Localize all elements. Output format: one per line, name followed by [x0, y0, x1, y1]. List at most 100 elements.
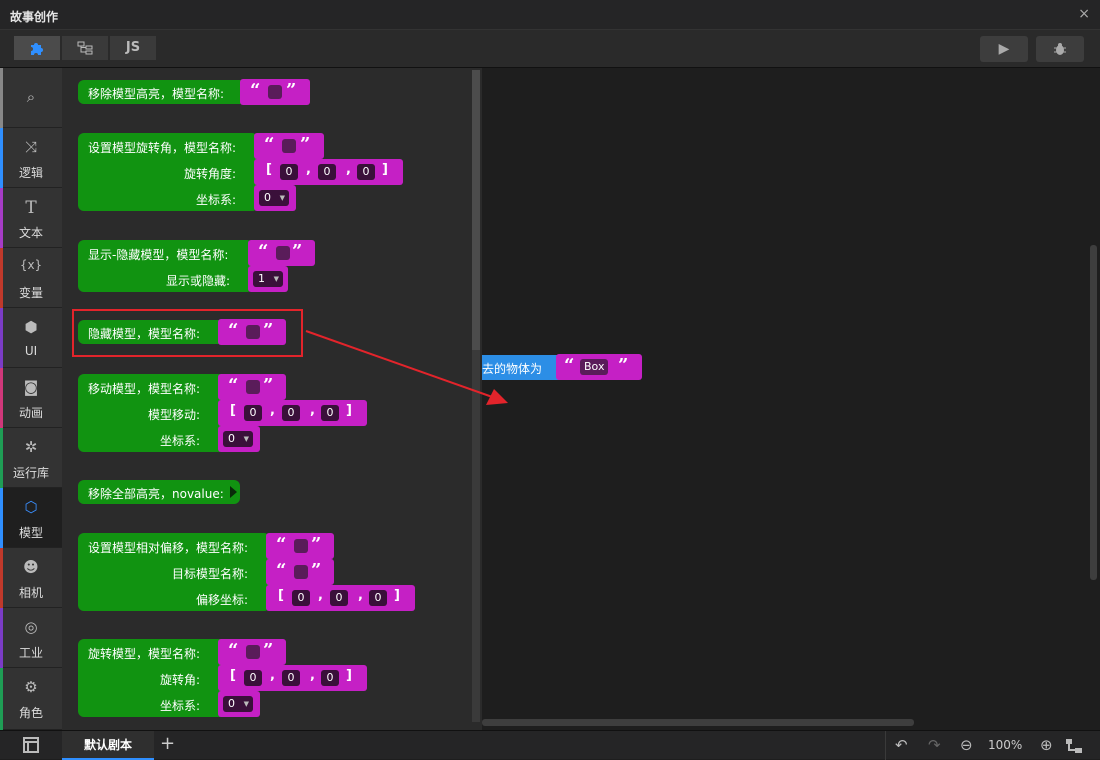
coord-slot[interactable]: 0 ▼: [218, 691, 260, 717]
tab-js[interactable]: JS: [110, 36, 156, 60]
nav-label: 文本: [18, 226, 43, 240]
vector-x[interactable]: 0: [280, 164, 298, 180]
nav-ui[interactable]: ⬢ UI: [0, 308, 62, 368]
bottom-bar: 默认剧本 + ↶ ↷ ⊖ 100% ⊕: [0, 730, 1100, 760]
tree-icon: [77, 41, 93, 55]
block-show-hide[interactable]: 显示-隐藏模型，模型名称: 显示或隐藏:: [78, 240, 253, 292]
block-rotate-model[interactable]: 旋转模型，模型名称: 旋转角: 坐标系:: [78, 639, 238, 717]
search-icon: ⌕: [26, 88, 36, 106]
coord-label: 坐标系:: [160, 699, 201, 713]
string-slot[interactable]: “”: [218, 374, 286, 400]
string-slot[interactable]: “”: [254, 133, 324, 159]
vector-y[interactable]: 0: [282, 405, 300, 421]
run-button[interactable]: ▶: [980, 36, 1028, 62]
title-bar: 故事创作 ×: [0, 0, 1100, 30]
undo-icon[interactable]: ↶: [895, 736, 908, 754]
vector-x[interactable]: 0: [244, 670, 262, 686]
nav-industry[interactable]: ◎ 工业: [0, 608, 62, 668]
app-window: 故事创作 × JS ▶ ⌕ ⤨ 逻辑 T 文本 {x} 变量 ⬢ UI ◙ 动画 ✲ 运行库…: [0, 0, 1100, 760]
redo-icon[interactable]: ↷: [928, 736, 941, 754]
chevron-down-icon: ▼: [243, 700, 249, 708]
block-set-rotation[interactable]: 设置模型旋转角，模型名称: 旋转角度: 坐标系:: [78, 133, 258, 211]
string-value[interactable]: [268, 85, 282, 99]
workspace-vscroll[interactable]: [1090, 245, 1097, 580]
coord-slot[interactable]: 0 ▼: [218, 426, 260, 452]
scrollbar-thumb[interactable]: [472, 70, 480, 350]
vector-z[interactable]: 0: [357, 164, 375, 180]
vector-y[interactable]: 0: [330, 590, 348, 606]
category-sidebar: ⌕ ⤨ 逻辑 T 文本 {x} 变量 ⬢ UI ◙ 动画 ✲ 运行库 ⬡ 模型 ☻ 相机 ◎ 工业…: [0, 68, 62, 730]
layout-icon[interactable]: [23, 737, 39, 753]
zoom-in-icon[interactable]: ⊕: [1040, 736, 1053, 754]
string-slot[interactable]: “”: [218, 639, 286, 665]
block-move-model[interactable]: 移动模型，模型名称: 模型移动: 坐标系:: [78, 374, 238, 452]
target-label: 目标模型名称:: [172, 567, 249, 581]
string-value[interactable]: [246, 380, 260, 394]
zoom-out-icon[interactable]: ⊖: [960, 736, 973, 754]
nav-animation[interactable]: ◙ 动画: [0, 368, 62, 428]
vector-z[interactable]: 0: [321, 670, 339, 686]
model-icon: ⬡: [24, 498, 38, 516]
workspace-canvas[interactable]: [482, 68, 1100, 730]
block-remove-all-highlight[interactable]: 移除全部高亮，novalue:: [78, 480, 240, 504]
nav-label: 运行库: [12, 466, 49, 480]
string-value[interactable]: [294, 565, 308, 579]
close-icon[interactable]: ×: [1078, 6, 1090, 22]
nav-label: 变量: [18, 286, 43, 300]
block-label: 移除模型高亮，模型名称:: [88, 87, 225, 101]
coord-slot[interactable]: 0 ▼: [254, 185, 296, 211]
text-icon: T: [25, 198, 37, 218]
mask-icon: ☻: [23, 558, 39, 576]
vector-y[interactable]: 0: [282, 670, 300, 686]
vector-slot[interactable]: [ 0 , 0 , 0 ]: [254, 159, 403, 185]
vector-x[interactable]: 0: [292, 590, 310, 606]
tab-blocks[interactable]: [14, 36, 60, 60]
string-value[interactable]: [276, 246, 290, 260]
nav-logic[interactable]: ⤨ 逻辑: [0, 128, 62, 188]
nav-role[interactable]: ⚙ 角色: [0, 668, 62, 730]
string-value[interactable]: [294, 539, 308, 553]
coord-dropdown[interactable]: 0 ▼: [223, 696, 253, 712]
debug-button[interactable]: [1036, 36, 1084, 62]
vector-y[interactable]: 0: [318, 164, 336, 180]
string-slot[interactable]: “ Box ”: [556, 354, 642, 380]
block-label: 设置模型相对偏移，模型名称:: [88, 541, 249, 555]
nav-search[interactable]: ⌕: [0, 68, 62, 128]
tab-default-script[interactable]: 默认剧本: [62, 731, 154, 760]
tab-tree[interactable]: [62, 36, 108, 60]
structure-icon[interactable]: [1066, 739, 1082, 753]
block-remove-highlight[interactable]: 移除模型高亮，模型名称:: [78, 80, 248, 104]
nav-model[interactable]: ⬡ 模型: [0, 488, 62, 548]
add-script-button[interactable]: +: [160, 733, 175, 754]
string-slot[interactable]: “”: [266, 533, 334, 559]
string-slot[interactable]: “”: [240, 79, 310, 105]
bug-icon: [1054, 43, 1066, 55]
nav-label: 相机: [18, 586, 43, 600]
nav-text[interactable]: T 文本: [0, 188, 62, 248]
divider: [885, 731, 886, 760]
string-value[interactable]: [282, 139, 296, 153]
coord-dropdown[interactable]: 0 ▼: [223, 431, 253, 447]
coord-label: 坐标系:: [196, 193, 237, 207]
vector-slot[interactable]: [ 0 , 0 , 0 ]: [218, 665, 367, 691]
variable-icon: {x}: [19, 258, 43, 272]
target-string-slot[interactable]: “”: [266, 559, 334, 585]
string-value[interactable]: Box: [580, 359, 609, 375]
vector-slot[interactable]: [ 0 , 0 , 0 ]: [266, 585, 415, 611]
nav-label: 逻辑: [18, 166, 43, 180]
vector-z[interactable]: 0: [369, 590, 387, 606]
gear-icon: ⚙: [24, 678, 38, 696]
cube-icon: ⬢: [24, 318, 38, 336]
workspace-hscroll[interactable]: [482, 719, 914, 726]
visibility-dropdown[interactable]: 1 ▼: [253, 271, 283, 287]
nav-camera[interactable]: ☻ 相机: [0, 548, 62, 608]
nav-variable[interactable]: {x} 变量: [0, 248, 62, 308]
visibility-slot[interactable]: 1 ▼: [248, 266, 288, 292]
coord-dropdown[interactable]: 0 ▼: [259, 190, 289, 206]
nav-runtime[interactable]: ✲ 运行库: [0, 428, 62, 488]
string-slot[interactable]: “”: [248, 240, 315, 266]
vector-x[interactable]: 0: [244, 405, 262, 421]
string-value[interactable]: [246, 645, 260, 659]
chevron-down-icon: ▼: [279, 194, 285, 202]
block-relative-offset[interactable]: 设置模型相对偏移，模型名称: 目标模型名称: 偏移坐标:: [78, 533, 270, 611]
